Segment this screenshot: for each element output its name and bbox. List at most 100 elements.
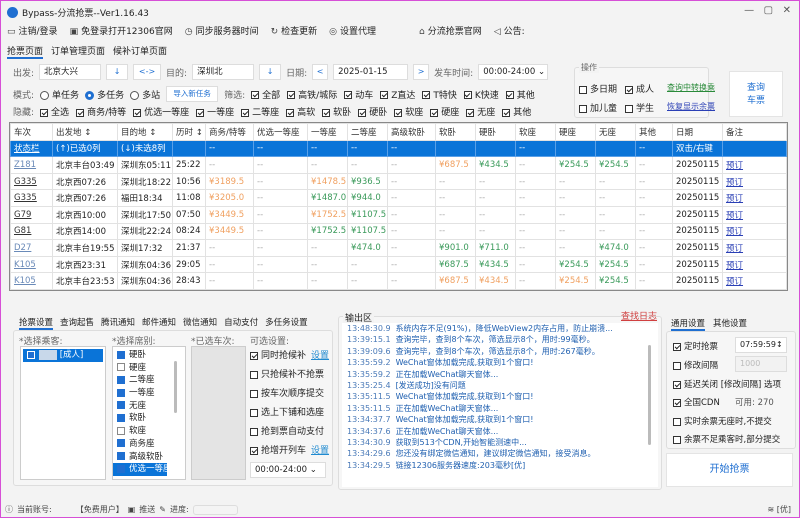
book-link[interactable]: 预订: [722, 239, 787, 257]
train-number-link[interactable]: G335: [10, 189, 53, 207]
column-header[interactable]: 目的地 ↕: [117, 123, 173, 141]
to-input[interactable]: 深圳北: [192, 64, 255, 80]
query-tickets-button[interactable]: 查询 车票: [729, 71, 783, 117]
column-header[interactable]: 日期: [672, 123, 723, 141]
window-controls[interactable]: — ▢ ✕: [744, 5, 791, 16]
settings-tab[interactable]: 微信通知: [183, 316, 217, 330]
selected-trains-list[interactable]: [191, 346, 246, 480]
delay-close-checkbox[interactable]: 延迟关闭 [修改间隔] 选项: [673, 378, 781, 390]
log-scrollbar[interactable]: [648, 345, 651, 445]
find-log-link[interactable]: 查找日志: [621, 309, 657, 322]
transfer-query-link[interactable]: 查询中转换乘: [667, 82, 715, 93]
column-header[interactable]: 无座: [595, 123, 636, 141]
proxy-button[interactable]: ◎ 设置代理: [329, 24, 376, 37]
option-checkbox[interactable]: 同时抢候补 设置: [250, 348, 334, 367]
settings-tab[interactable]: 腾讯通知: [101, 316, 135, 330]
open-12306-button[interactable]: ▣ 免登录打开12306官网: [70, 24, 173, 37]
train-number-link[interactable]: K105: [10, 272, 53, 290]
settings-tab[interactable]: 多任务设置: [265, 316, 308, 330]
official-site-button[interactable]: ⌂ 分流抢票官网: [419, 24, 482, 37]
adult-checkbox[interactable]: 成人: [625, 82, 654, 95]
table-row[interactable]: G335 北京西07:26 福田18:34 11:08 ¥3205.0 -- ¥1487.0…: [10, 189, 787, 207]
seat-item[interactable]: 软座: [113, 425, 185, 438]
from-dropdown-icon[interactable]: ↓: [106, 64, 129, 80]
child-checkbox[interactable]: 加儿童: [579, 101, 617, 114]
restore-tickets-link[interactable]: 恢复显示余票: [667, 101, 715, 112]
seat-checkbox[interactable]: [117, 439, 125, 448]
tab-other[interactable]: 其他设置: [713, 317, 747, 331]
column-header[interactable]: 软座: [515, 123, 556, 141]
seat-item[interactable]: 优选一等座: [113, 463, 172, 476]
hide-checkbox[interactable]: 无座: [466, 105, 495, 118]
start-grab-button[interactable]: 开始抢票: [666, 453, 793, 487]
swap-button[interactable]: <->: [133, 64, 162, 80]
option-checkbox[interactable]: 只抢候补不抢票: [250, 367, 334, 386]
seat-checkbox[interactable]: [117, 363, 125, 372]
column-header[interactable]: 备注: [722, 123, 787, 141]
seat-item[interactable]: 商务座: [113, 438, 185, 451]
filter-checkbox[interactable]: 其他: [505, 88, 535, 101]
settings-link[interactable]: 设置: [311, 446, 329, 456]
train-number-link[interactable]: G335: [10, 172, 53, 191]
option-checkbox[interactable]: 抢增开列车 设置: [250, 443, 334, 462]
seat-checkbox[interactable]: [117, 388, 125, 397]
status-row[interactable]: 状态栏 (↑)已选0列 (↓)未选8列 -- -- -- -- -- -- -- 双击/右键: [10, 139, 787, 158]
book-link[interactable]: 预订: [722, 272, 787, 290]
book-link[interactable]: 预订: [722, 156, 787, 174]
train-number-link[interactable]: Z181: [10, 156, 53, 174]
settings-tab[interactable]: 查询起售: [60, 316, 94, 330]
hide-checkbox[interactable]: 全选: [40, 105, 69, 118]
seat-checkbox[interactable]: [117, 401, 125, 410]
settings-link[interactable]: 设置: [311, 351, 329, 361]
train-number-link[interactable]: G81: [10, 222, 53, 241]
seat-item[interactable]: 软卧: [113, 412, 185, 425]
no-seat-checkbox[interactable]: 实时余票无座时,不提交: [673, 415, 772, 427]
cdn-checkbox[interactable]: 全国CDN: [673, 396, 720, 408]
next-date-button[interactable]: >: [413, 64, 430, 80]
seat-checkbox[interactable]: [117, 426, 125, 435]
column-header[interactable]: 出发地 ↕: [52, 123, 118, 141]
tab-waitlist[interactable]: 候补订单页面: [113, 44, 167, 59]
column-header[interactable]: 软卧: [435, 123, 476, 141]
hide-checkbox[interactable]: 高软: [286, 105, 315, 118]
prev-date-button[interactable]: <: [312, 64, 329, 80]
table-row[interactable]: G79 北京西10:00 深圳北17:50 07:50 ¥3449.5 -- ¥1752.5…: [10, 205, 787, 224]
column-header[interactable]: 一等座: [307, 123, 348, 141]
column-header[interactable]: 高级软卧: [387, 123, 436, 141]
tab-general[interactable]: 通用设置: [671, 317, 706, 331]
seat-checkbox[interactable]: [117, 464, 125, 473]
multi-date-checkbox[interactable]: 多日期: [579, 82, 617, 95]
column-header[interactable]: 车次: [10, 123, 53, 141]
book-link[interactable]: 预订: [722, 189, 787, 207]
passenger-item[interactable]: [成人]: [23, 349, 103, 362]
seat-checkbox[interactable]: [117, 413, 125, 422]
announcement-button[interactable]: ◁ 公告:: [494, 24, 525, 37]
timed-grab-time-input[interactable]: 07:59:59↕: [735, 337, 787, 353]
train-number-link[interactable]: K105: [10, 255, 53, 274]
column-header[interactable]: 其他: [635, 123, 673, 141]
date-input[interactable]: 2025-01-15: [333, 64, 409, 80]
check-update-button[interactable]: ↻ 检查更新: [271, 24, 318, 37]
column-header[interactable]: 优选一等座: [253, 123, 308, 141]
interval-input[interactable]: 1000: [735, 356, 787, 372]
mode-single-radio[interactable]: 单任务: [40, 88, 79, 101]
seat-checkbox[interactable]: [117, 350, 125, 359]
extra-train-time-select[interactable]: 00:00-24:00 ⌄: [250, 462, 326, 478]
option-checkbox[interactable]: 按车次顺序提交: [250, 386, 334, 405]
train-number-link[interactable]: D27: [10, 239, 53, 257]
filter-checkbox[interactable]: 高铁/城际: [287, 88, 337, 101]
seat-item[interactable]: 硬卧: [113, 349, 185, 362]
time-select[interactable]: 00:00-24:00 ⌄: [478, 64, 549, 80]
tab-grab[interactable]: 抢票页面: [7, 44, 44, 59]
table-row[interactable]: Z181 北京丰台03:49 深圳东05:11 25:22 -- -- -- -- -- ¥687…: [10, 156, 787, 174]
train-number-link[interactable]: G79: [10, 205, 53, 224]
mode-multi-radio[interactable]: 多任务: [85, 88, 124, 101]
import-task-button[interactable]: 导入新任务: [166, 86, 219, 102]
settings-tab[interactable]: 抢票设置: [19, 316, 54, 330]
filter-checkbox[interactable]: Z直达: [380, 88, 415, 101]
interval-checkbox[interactable]: 修改间隔: [673, 359, 718, 371]
book-link[interactable]: 预订: [722, 172, 787, 191]
table-row[interactable]: D27 北京丰台19:55 深圳17:32 21:37 -- -- -- ¥474.0 -- ¥9…: [10, 239, 787, 257]
seat-checkbox[interactable]: [117, 375, 125, 384]
column-header[interactable]: 硬卧: [475, 123, 516, 141]
